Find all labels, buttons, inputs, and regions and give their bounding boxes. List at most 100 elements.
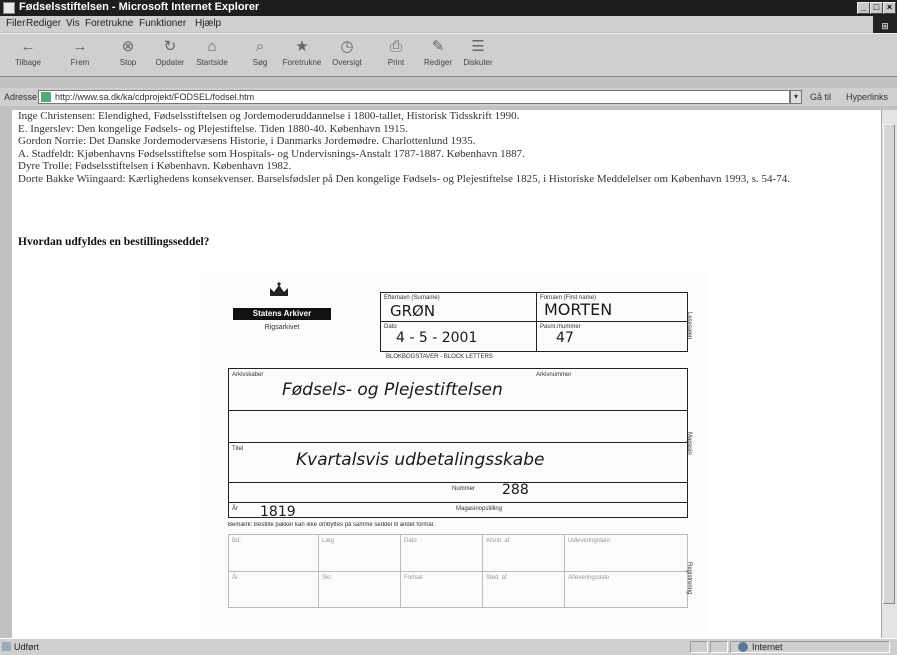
grid-line xyxy=(564,535,565,607)
page-done-icon xyxy=(2,642,11,651)
internet-zone-icon xyxy=(738,642,748,652)
menu-view[interactable]: Vis xyxy=(66,18,80,29)
bib-entry: Inge Christensen: Elendighed, Fødselssti… xyxy=(18,110,520,122)
pass-value: 47 xyxy=(556,330,574,346)
main-box-line xyxy=(229,442,687,443)
order-slip-image: Statens Arkiver Rigsarkivet Efternavn (S… xyxy=(200,272,708,632)
back-arrow-icon: ← xyxy=(20,38,36,55)
grid-cell: Sted. af xyxy=(486,575,507,581)
discuss-button[interactable]: ☰ Diskuter xyxy=(458,38,498,74)
search-icon: ⌕ xyxy=(255,38,265,55)
scrollbar-thumb[interactable] xyxy=(883,124,895,604)
menu-help[interactable]: Hjælp xyxy=(195,18,221,29)
grid-cell: Skr. xyxy=(322,575,333,581)
name-box-divider xyxy=(536,293,537,352)
minimize-button[interactable]: _ xyxy=(857,2,870,14)
date-value: 4 - 5 - 2001 xyxy=(396,330,478,346)
grid-line xyxy=(482,535,483,607)
refresh-icon: ↻ xyxy=(163,38,177,55)
date-label: Dato xyxy=(384,324,397,330)
year-value: 1819 xyxy=(260,504,296,520)
history-icon: ◷ xyxy=(340,38,354,55)
number-value: 288 xyxy=(502,482,529,498)
grid-line xyxy=(318,535,319,607)
toolbar: ← Tilbage → Frem ⊗ Stop ↻ Opdater ⌂ Startside… xyxy=(0,33,897,77)
main-box-line xyxy=(229,502,687,503)
print-icon: ⎙ xyxy=(389,38,402,55)
stop-button[interactable]: ⊗ Stop xyxy=(108,38,148,74)
bib-entry: Gordon Norrie: Det Danske Jordemodervæse… xyxy=(18,135,476,147)
address-bar: Adresse http://www.sa.dk/ka/cdprojekt/FO… xyxy=(0,88,897,106)
bib-entry: A. Stadfeldt: Kjøbenhavns Fødselsstiftel… xyxy=(18,147,525,160)
grid-cell: Afleveringsdato xyxy=(568,575,610,581)
block-letters-note: BLOKBOGSTAVER - BLOCK LETTERS xyxy=(386,354,493,360)
links-button[interactable]: Hyperlinks xyxy=(846,92,888,102)
side-label: Registrering xyxy=(686,562,692,595)
grid-cell: Udlevering/dato xyxy=(568,538,611,544)
forward-arrow-icon: → xyxy=(72,38,88,55)
zone-label: Internet xyxy=(752,642,783,652)
magazine-label: Magasinopstilling xyxy=(456,506,503,512)
grid-cell: Fortsat xyxy=(404,575,423,581)
grid-line xyxy=(400,535,401,607)
address-input[interactable]: http://www.sa.dk/ka/cdprojekt/FODSEL/fod… xyxy=(38,90,790,104)
archive-creator-label: Arkivskaber xyxy=(232,372,264,378)
search-button[interactable]: ⌕ Søg xyxy=(240,38,280,74)
go-button[interactable]: Gå til xyxy=(810,92,831,102)
bibliography: Inge Christensen: Elendighed, Fødselssti… xyxy=(18,110,878,185)
surname-label: Efternavn (Surname) xyxy=(384,295,440,301)
grid-cell: År xyxy=(232,575,238,581)
favorites-button[interactable]: ★ Foretrukne xyxy=(282,38,322,74)
side-label: Magasin xyxy=(686,432,692,455)
section-heading: Hvordan udfyldes en bestillingsseddel? xyxy=(18,236,210,248)
archive-number-label: Arkivnummer xyxy=(536,372,572,378)
slip-note: Bemærk: Bestilte pakker kan ikke ombytte… xyxy=(228,522,435,528)
status-bar: Udført Internet xyxy=(0,638,897,655)
menu-tools[interactable]: Funktioner xyxy=(139,18,186,29)
home-icon: ⌂ xyxy=(207,38,217,55)
status-segment xyxy=(710,641,728,653)
menu-favorites[interactable]: Foretrukne xyxy=(85,18,133,29)
print-button[interactable]: ⎙ Print xyxy=(376,38,416,74)
firstname-value: MORTEN xyxy=(544,300,613,319)
surname-value: GRØN xyxy=(390,302,436,320)
page-content: Inge Christensen: Elendighed, Fødselssti… xyxy=(12,110,881,638)
bib-entry: Dorte Bakke Wiingaard: Kærlighedens kons… xyxy=(18,172,790,185)
department-label: Rigsarkivet xyxy=(264,324,300,331)
number-label: Nummer xyxy=(452,486,476,492)
title-value: Kvartalsvis udbetalingsskabe xyxy=(296,450,545,470)
address-dropdown-icon[interactable]: ▾ xyxy=(790,90,802,104)
title-label: Titel xyxy=(232,446,244,452)
edit-icon: ✎ xyxy=(431,38,445,55)
status-segment xyxy=(690,641,708,653)
name-box-midline xyxy=(381,321,687,322)
refresh-button[interactable]: ↻ Opdater xyxy=(150,38,190,74)
menu-edit[interactable]: Rediger xyxy=(26,18,61,29)
discuss-icon: ☰ xyxy=(471,38,485,55)
close-button[interactable]: × xyxy=(883,2,896,14)
grid-line xyxy=(229,571,687,572)
menu-bar: Filer Rediger Vis Foretrukne Funktioner … xyxy=(0,16,897,36)
grid-cell: Afsnit. af xyxy=(486,538,510,544)
menu-file[interactable]: Filer xyxy=(6,18,25,29)
home-button[interactable]: ⌂ Startside xyxy=(192,38,232,74)
main-box-line xyxy=(229,482,687,483)
back-button[interactable]: ← Tilbage xyxy=(8,38,48,74)
edit-button[interactable]: ✎ Rediger xyxy=(418,38,458,74)
history-button[interactable]: ◷ Oversigt xyxy=(327,38,367,74)
ie-app-icon xyxy=(3,2,15,14)
maximize-button[interactable]: □ xyxy=(870,2,883,14)
institution-label: Statens Arkiver xyxy=(233,308,331,320)
favorites-icon: ★ xyxy=(295,38,309,55)
page-icon xyxy=(41,92,51,102)
window-title: Fødselsstiftelsen - Microsoft Internet E… xyxy=(19,1,260,13)
status-text: Udført xyxy=(14,642,40,652)
stop-icon: ⊗ xyxy=(121,38,135,55)
forward-button[interactable]: → Frem xyxy=(60,38,100,74)
main-box-line xyxy=(229,410,687,411)
crown-icon xyxy=(268,282,290,298)
vertical-scrollbar[interactable] xyxy=(881,110,897,638)
grid-cell: Bd. xyxy=(232,538,242,544)
bib-entry: Dyre Trolle: Fødselsstiftelsen i Københa… xyxy=(18,160,292,172)
grid-cell: Dato xyxy=(404,538,417,544)
